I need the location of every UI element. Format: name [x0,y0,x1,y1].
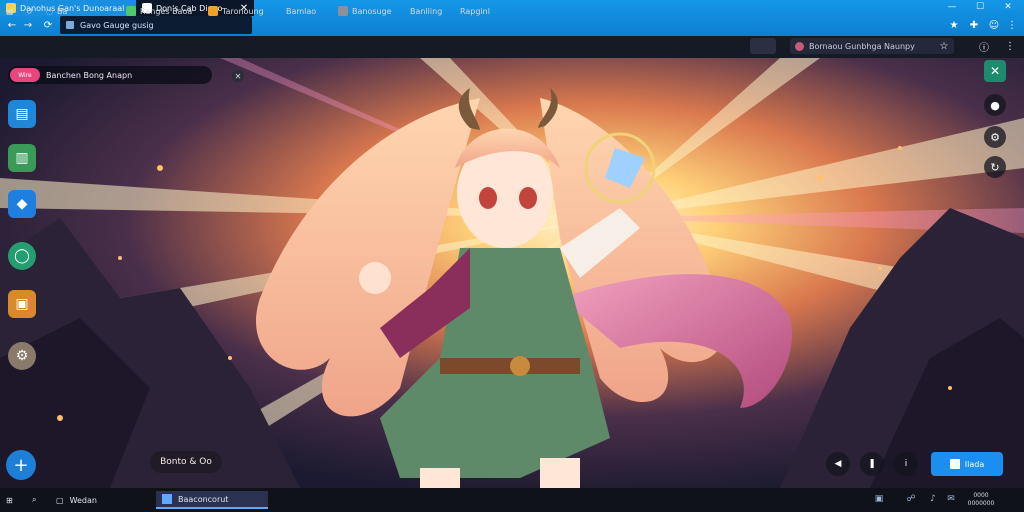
star-outline-icon[interactable]: ☆ [936,37,952,55]
anime-artwork [0,58,1024,488]
taskbar-active-window[interactable]: Baaconcorut [156,491,268,509]
close-icon[interactable]: ✕ [984,60,1006,82]
address-text: Gavo Gauge gusig [80,20,154,30]
dock-app-icon[interactable]: ▥ [8,144,36,172]
bookmark-item[interactable]: Banlling [410,4,442,18]
clock-time: 0000 [973,492,989,499]
refresh-icon[interactable]: ⟳ [40,17,56,33]
overflow-menu-icon[interactable]: ⋮ [1002,37,1018,55]
bookmark-search-field[interactable]: Bornaou Gunbhga Naunpy [790,38,954,54]
bookmark-item[interactable]: Banosuge [338,4,392,18]
bookmark-item[interactable]: Rapginl [460,4,490,18]
bookmark-search-text: Bornaou Gunbhga Naunpy [809,41,915,51]
bookmark-item[interactable]: Ranges Baoa [126,4,192,18]
task-view-icon: ▢ [56,495,64,505]
dock-app-icon[interactable]: ▣ [8,290,36,318]
taskbar-app[interactable]: ▢ Wedan [56,491,97,509]
dock-app-icon[interactable]: ◯ [8,242,36,270]
refresh-icon[interactable]: ↻ [984,156,1006,178]
back-arrow-icon[interactable]: ← [4,17,20,33]
chat-icon: ◌ [46,6,53,16]
window-close-icon[interactable]: ✕ [996,0,1020,14]
network-icon[interactable]: ▣ [872,492,886,506]
bookmark-item[interactable]: ◌ Ba [46,4,67,18]
pause-icon[interactable]: ❚ [860,452,884,476]
tab-first[interactable]: Danohus Gan's Dunoaraal [0,0,136,16]
chat-tray-icon[interactable]: ☍ [904,492,918,506]
bookmark-item[interactable]: Taronoung [208,4,264,18]
profile-icon[interactable]: ☺ [986,16,1002,34]
search-icon[interactable]: ⌕ [32,491,36,509]
window-app-icon [162,494,172,504]
info-icon[interactable]: ⓘ [976,37,992,55]
caption-pill: Bonto & Oo [150,451,222,473]
folder-icon [208,6,218,16]
plus-icon[interactable]: + [6,450,36,480]
menu-icon[interactable]: ⋮ [1004,16,1020,34]
bookmark-favicon-icon [126,6,136,16]
account-avatar-icon [795,41,804,51]
clock-date: 0000000 [967,500,995,507]
bookmark-item[interactable]: Bamlao [286,4,316,18]
notification-chip[interactable]: Wire Banchen Bong Anapn [8,66,212,84]
forward-arrow-icon[interactable]: → [20,17,36,33]
toggle-pill[interactable] [750,38,776,54]
extensions-icon[interactable]: ✚ [966,16,982,34]
address-bar[interactable]: Gavo Gauge gusig [60,16,252,34]
action-icon [949,459,960,469]
history-icon[interactable]: ↺ [26,4,33,18]
dock-app-icon[interactable]: ◆ [8,190,36,218]
minimize-icon[interactable]: — [940,0,964,14]
chip-text: Banchen Bong Anapn [46,70,133,80]
chip-close-icon[interactable]: ✕ [232,70,244,82]
dock-app-icon[interactable]: ▤ [8,100,36,128]
previous-icon[interactable]: ◀ [826,452,850,476]
action-label: Ilada [964,459,985,469]
action-button[interactable]: Ilada [931,452,1003,476]
tab-label: Danohus Gan's Dunoaraal [20,3,125,13]
settings-icon[interactable]: ⚙ [984,126,1006,148]
info-icon[interactable]: ⅰ [894,452,918,476]
record-icon[interactable]: ● [984,94,1006,116]
star-icon[interactable]: ★ [946,16,962,34]
speaker-icon[interactable]: ♪ [926,492,940,506]
site-info-icon [66,21,74,29]
os-taskbar [0,488,1024,512]
apps-grid-icon[interactable]: ▦ [6,4,14,18]
chip-badge: Wire [10,68,40,82]
gear-icon[interactable]: ⚙ [8,342,36,370]
mail-icon[interactable]: ✉ [944,492,958,506]
windows-logo-icon[interactable]: ⊞ [6,491,13,509]
maximize-icon[interactable]: ☐ [968,0,992,14]
taskbar-clock[interactable]: 0000 0000000 [964,490,998,510]
bookmark-favicon-icon [338,6,348,16]
